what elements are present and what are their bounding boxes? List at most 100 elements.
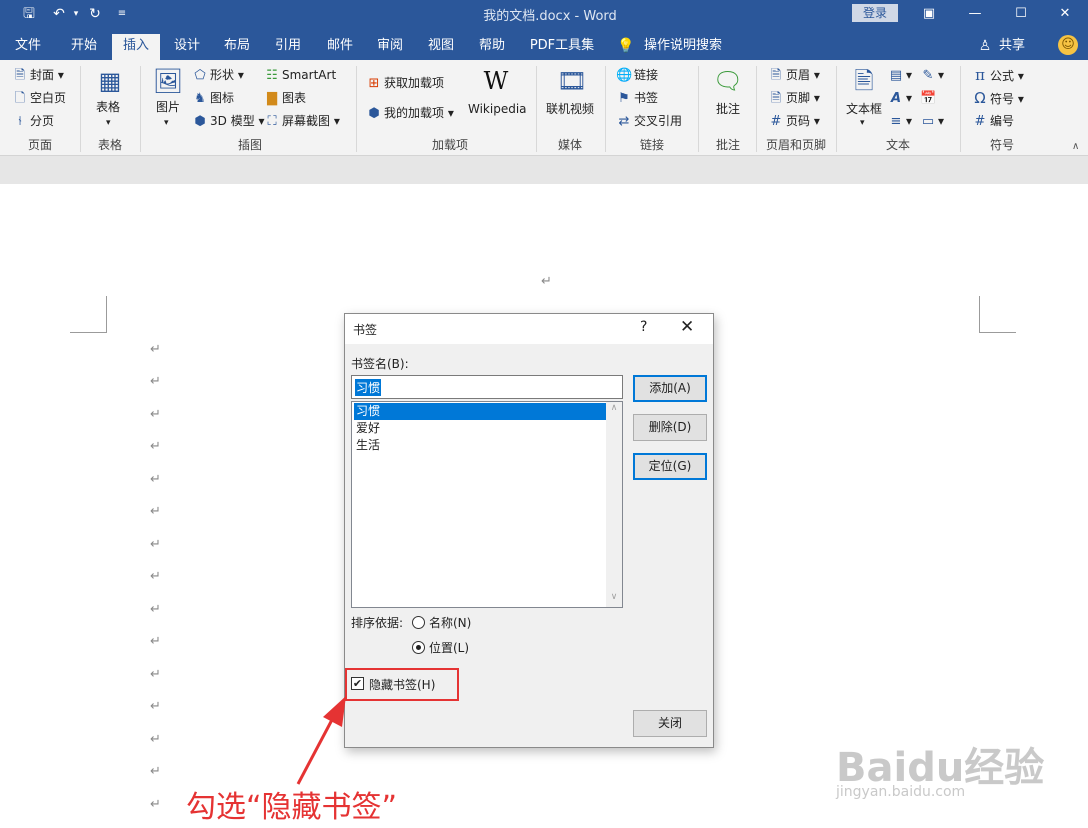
signature-line-icon[interactable]: ✎ ▾ [920, 66, 944, 85]
paragraph-mark: ↵ [150, 537, 161, 552]
bookmark-name-value: 习惯 [355, 379, 382, 396]
undo-icon[interactable]: ↶ [48, 3, 70, 25]
omega-icon: Ω [974, 89, 986, 107]
feedback-smiley-icon[interactable]: ☺ [1058, 35, 1078, 55]
tab-design[interactable]: 设计 [164, 34, 210, 60]
text-box-dropdown-icon[interactable]: ▾ [860, 114, 865, 132]
blank-page-button[interactable]: 🗋 空白页 [12, 89, 66, 108]
cover-page-button[interactable]: 🗎 封面 ▾ [12, 66, 64, 85]
group-label-media: 媒体 [557, 138, 582, 152]
paragraph-mark: ↵ [150, 374, 161, 389]
customize-qat-icon[interactable]: ≡ [114, 3, 130, 25]
shapes-button[interactable]: ⬠ 形状 ▾ [192, 66, 244, 85]
group-divider [536, 66, 537, 152]
date-time-icon[interactable]: 📅 [920, 89, 938, 108]
minimize-icon[interactable]: — [952, 2, 998, 26]
number-button[interactable]: # 编号 [972, 112, 1014, 131]
page-number-button[interactable]: # 页码 ▾ [768, 112, 820, 131]
icons-button[interactable]: ♞ 图标 [192, 89, 234, 108]
delete-bookmark-button[interactable]: 删除(D) [633, 414, 707, 441]
tell-me-search[interactable]: 操作说明搜索 [640, 34, 726, 60]
share-button[interactable]: 共享 [994, 34, 1030, 60]
page-number-icon: # [770, 114, 782, 129]
bookmark-flag-icon: ⚑ [618, 91, 630, 106]
scroll-up-icon[interactable]: ∧ [606, 403, 622, 413]
maximize-icon[interactable]: ☐ [998, 2, 1044, 26]
sort-by-location-radio[interactable] [412, 641, 425, 654]
cube-icon: ⬢ [194, 114, 206, 129]
tab-insert[interactable]: 插入 [112, 34, 160, 60]
tab-mailings[interactable]: 邮件 [316, 34, 364, 60]
list-scrollbar[interactable]: ∧ ∨ [606, 402, 622, 607]
symbol-button[interactable]: Ω 符号 ▾ [972, 89, 1024, 108]
tab-review[interactable]: 审阅 [366, 34, 414, 60]
collapse-ribbon-icon[interactable]: ∧ [1072, 138, 1079, 156]
picture-dropdown-icon[interactable]: ▾ [164, 114, 169, 132]
sort-by-name-radio[interactable] [412, 616, 425, 629]
group-label-addins: 加载项 [431, 138, 468, 152]
tab-home[interactable]: 开始 [58, 34, 110, 60]
icons-icon: ♞ [194, 91, 206, 106]
online-video-button[interactable]: 联机视频 [546, 100, 594, 118]
add-bookmark-button[interactable]: 添加(A) [633, 375, 707, 402]
paragraph-mark: ↵ [150, 764, 161, 779]
sort-by-location-label[interactable]: 位置(L) [429, 639, 469, 656]
equation-button[interactable]: π 公式 ▾ [972, 66, 1024, 85]
paragraph-mark: ↵ [150, 504, 161, 519]
page-break-button[interactable]: ⫮ 分页 [12, 112, 54, 131]
wordart-icon[interactable]: A ▾ [888, 89, 912, 108]
tab-help[interactable]: 帮助 [468, 34, 516, 60]
goto-bookmark-button[interactable]: 定位(G) [633, 453, 707, 480]
chart-button[interactable]: ▇ 图表 [264, 89, 306, 108]
wikipedia-button[interactable]: Wikipedia [468, 100, 527, 118]
scroll-down-icon[interactable]: ∨ [606, 592, 622, 602]
bookmark-list[interactable]: 习惯 爱好 生活 ∧ ∨ [351, 401, 623, 608]
group-divider [836, 66, 837, 152]
cover-page-icon: 🗎 [14, 68, 26, 83]
dialog-title-bar[interactable]: 书签 ? ✕ [345, 314, 713, 344]
paragraph-mark: ↵ [150, 439, 161, 454]
object-icon[interactable]: ▭ ▾ [920, 112, 944, 131]
save-icon[interactable]: 🖫 [18, 3, 40, 25]
screenshot-button[interactable]: ⛶ 屏幕截图 ▾ [264, 112, 339, 131]
link-button[interactable]: 🌐 链接 [616, 66, 658, 85]
my-addins-button[interactable]: ⬢ 我的加载项 ▾ [366, 104, 454, 123]
paragraph-mark: ↵ [150, 472, 161, 487]
undo-dropdown-icon[interactable]: ▾ [70, 3, 82, 25]
list-item[interactable]: 生活 [354, 437, 606, 454]
smartart-icon: ☷ [266, 68, 278, 83]
table-dropdown-icon[interactable]: ▾ [106, 114, 111, 132]
cross-reference-button[interactable]: ⇄ 交叉引用 [616, 112, 682, 131]
paragraph-mark: ↵ [150, 699, 161, 714]
get-addins-button[interactable]: ⊞ 获取加载项 [366, 74, 444, 93]
dialog-close-icon[interactable]: ✕ [680, 317, 694, 337]
tab-references[interactable]: 引用 [264, 34, 312, 60]
close-icon[interactable]: ✕ [1042, 2, 1088, 26]
list-item[interactable]: 习惯 [354, 403, 606, 420]
highlight-box [345, 668, 459, 701]
tab-pdf-tools[interactable]: PDF工具集 [524, 34, 600, 60]
bookmark-name-input[interactable]: 习惯 [351, 375, 623, 399]
sort-by-name-label[interactable]: 名称(N) [429, 614, 471, 631]
list-item[interactable]: 爱好 [354, 420, 606, 437]
drop-cap-icon[interactable]: ≡ ▾ [888, 112, 912, 131]
smartart-button[interactable]: ☷ SmartArt [264, 66, 336, 85]
header-button[interactable]: 🗎 页眉 ▾ [768, 66, 820, 85]
help-icon[interactable]: ? [640, 319, 647, 335]
bookmark-button[interactable]: ⚑ 书签 [616, 89, 658, 108]
new-comment-button[interactable]: 批注 [716, 100, 740, 118]
redo-icon[interactable]: ↻ [84, 3, 106, 25]
tab-view[interactable]: 视图 [418, 34, 464, 60]
bookmark-name-label: 书签名(B): [351, 357, 409, 371]
ribbon-display-icon[interactable]: ▣ [906, 2, 952, 26]
tab-layout[interactable]: 布局 [214, 34, 260, 60]
quick-parts-icon[interactable]: ▤ ▾ [888, 66, 912, 85]
group-label-symbols: 符号 [989, 138, 1014, 152]
blank-page-icon: 🗋 [14, 91, 26, 106]
tab-file[interactable]: 文件 [4, 34, 52, 60]
close-button[interactable]: 关闭 [633, 710, 707, 737]
sort-by-label: 排序依据: [351, 616, 404, 630]
login-button[interactable]: 登录 [852, 4, 898, 22]
footer-button[interactable]: 🗎 页脚 ▾ [768, 89, 820, 108]
3d-models-button[interactable]: ⬢ 3D 模型 ▾ [192, 112, 264, 131]
